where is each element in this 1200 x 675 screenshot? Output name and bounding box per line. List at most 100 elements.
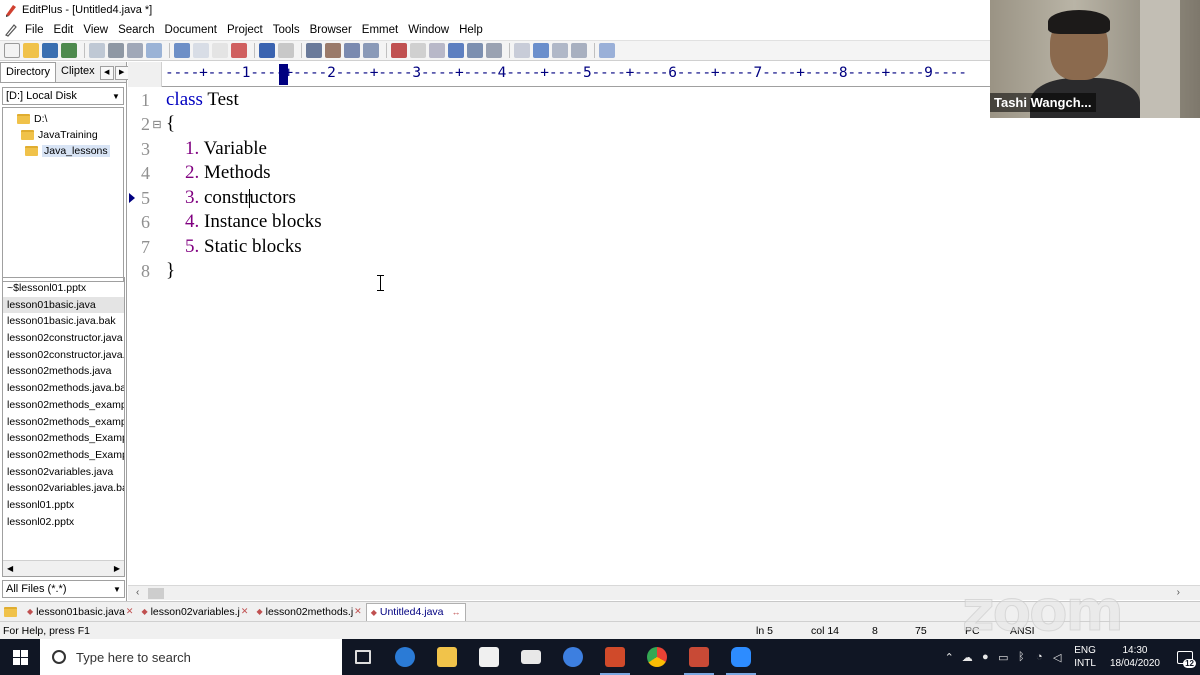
taskbar-powerpoint[interactable] (594, 639, 636, 675)
chevron-up-icon[interactable]: ⌃ (940, 651, 958, 664)
doc-tab-lesson01basic[interactable]: ◆ lesson01basic.java ✕ (23, 603, 137, 621)
toggle-output-icon[interactable] (533, 43, 549, 58)
cloud-icon[interactable]: ☁ (958, 651, 976, 664)
open-folder-icon[interactable] (23, 43, 39, 58)
file-list-item[interactable]: lesson02variables.java (3, 464, 124, 481)
wifi-icon[interactable]: ◔ (1030, 651, 1048, 663)
tab-cliptext[interactable]: Cliptex (56, 62, 100, 82)
file-list-item[interactable]: lesson02constructor.java (3, 330, 124, 347)
close-icon[interactable]: ✕ (354, 606, 362, 617)
column-select-icon[interactable] (467, 43, 483, 58)
input-language[interactable]: ENG INTL (1074, 644, 1096, 670)
copy-icon[interactable] (193, 43, 209, 58)
scrollbar-thumb[interactable] (148, 588, 164, 599)
save-icon[interactable] (42, 43, 58, 58)
chevron-left-icon[interactable]: ‹ (136, 587, 139, 598)
tree-item-drive[interactable]: D:\ (3, 111, 123, 127)
chevron-right-icon[interactable]: › (1177, 587, 1180, 598)
file-list-item[interactable]: lesson02variables.java.ba (3, 480, 124, 497)
file-list-item[interactable]: lesson02methods.java.ba (3, 380, 124, 397)
settings-gear-icon[interactable] (486, 43, 502, 58)
cut-icon[interactable] (174, 43, 190, 58)
file-list-item[interactable]: lesson02methods_Examp (3, 447, 124, 464)
chevron-left-icon[interactable]: ◀ (99, 66, 114, 80)
menu-edit[interactable]: Edit (49, 24, 79, 36)
taskbar-clock[interactable]: 14:30 18/04/2020 (1110, 644, 1160, 670)
menu-document[interactable]: Document (160, 24, 222, 36)
menu-view[interactable]: View (78, 24, 113, 36)
battery-icon[interactable]: ▭ (994, 651, 1012, 664)
file-list-item[interactable]: lesson02methods_examp (3, 397, 124, 414)
file-list-item[interactable]: lessonl01.pptx (3, 497, 124, 514)
chevron-right-icon[interactable]: ▶ (114, 564, 120, 573)
browser-preview-icon[interactable] (146, 43, 162, 58)
taskbar-mail[interactable] (510, 639, 552, 675)
print-icon[interactable] (108, 43, 124, 58)
file-list-scrollbar[interactable]: ◀ ▶ (3, 560, 124, 576)
microphone-icon[interactable]: ● (976, 651, 994, 663)
delete-icon[interactable] (231, 43, 247, 58)
file-list-item[interactable]: lesson02methods_Examp (3, 430, 124, 447)
drive-select[interactable]: [D:] Local Disk ▼ (2, 87, 124, 105)
chevron-left-icon[interactable]: ◀ (7, 564, 13, 573)
code-editor[interactable]: 1 class Test 2 ⊟ { 3 1. Variable 4 2. Me… (128, 87, 1200, 585)
volume-icon[interactable]: ◁ (1048, 651, 1066, 664)
menu-browser[interactable]: Browser (305, 24, 357, 36)
taskbar-chrome[interactable] (636, 639, 678, 675)
redo-icon[interactable] (278, 43, 294, 58)
taskbar-search[interactable]: Type here to search (40, 639, 342, 675)
goto-line-icon[interactable] (363, 43, 379, 58)
taskbar-file-explorer[interactable] (426, 639, 468, 675)
tab-directory[interactable]: Directory (0, 62, 57, 82)
bluetooth-icon[interactable]: ᛒ (1012, 651, 1030, 663)
tree-item-javatraining[interactable]: JavaTraining (3, 127, 123, 143)
taskbar-editplus[interactable] (678, 639, 720, 675)
new-file-icon[interactable] (4, 43, 20, 58)
taskbar-zoom[interactable] (720, 639, 762, 675)
word-wrap-icon[interactable] (429, 43, 445, 58)
doc-tab-untitled4[interactable]: ◆ Untitled4.java ↔ (365, 602, 466, 621)
toggle-panel-icon[interactable] (514, 43, 530, 58)
fold-collapse-icon[interactable]: ⊟ (150, 118, 164, 131)
taskbar-browser[interactable] (552, 639, 594, 675)
tree-item-java-lessons[interactable]: Java_lessons (3, 143, 123, 159)
print-preview-icon[interactable] (89, 43, 105, 58)
hex-view-icon[interactable] (410, 43, 426, 58)
chevron-right-icon[interactable]: ▶ (114, 66, 129, 80)
file-list-item[interactable]: lesson01basic.java (3, 296, 124, 314)
file-list-item[interactable]: lesson02methods.java (3, 363, 124, 380)
menu-file[interactable]: File (20, 24, 49, 36)
doc-tab-lesson02variables[interactable]: ◆ lesson02variables.j ✕ (137, 603, 252, 621)
fullscreen-icon[interactable] (571, 43, 587, 58)
font-icon[interactable] (391, 43, 407, 58)
file-filter-select[interactable]: All Files (*.*) ▼ (2, 580, 125, 598)
file-list-item[interactable]: ~$lessonl01.pptx (3, 280, 124, 297)
taskbar-edge[interactable] (384, 639, 426, 675)
start-button[interactable] (0, 639, 40, 675)
file-list-item[interactable]: lesson02methods_examp (3, 414, 124, 431)
help-icon[interactable] (599, 43, 615, 58)
find-icon[interactable] (306, 43, 322, 58)
find-in-files-icon[interactable] (344, 43, 360, 58)
close-icon[interactable]: ✕ (241, 606, 249, 617)
menu-emmet[interactable]: Emmet (357, 24, 403, 36)
task-view-button[interactable] (342, 639, 384, 675)
line-number-icon[interactable] (448, 43, 464, 58)
menu-project[interactable]: Project (222, 24, 268, 36)
spellcheck-icon[interactable] (127, 43, 143, 58)
zoom-participant-video[interactable]: Tashi Wangch... (990, 0, 1200, 118)
menu-tools[interactable]: Tools (268, 24, 305, 36)
save-all-icon[interactable] (61, 43, 77, 58)
cliptext-icon[interactable] (552, 43, 568, 58)
file-list-item[interactable]: lesson02constructor.java. (3, 347, 124, 364)
menu-search[interactable]: Search (113, 24, 159, 36)
undo-icon[interactable] (259, 43, 275, 58)
taskbar-store[interactable] (468, 639, 510, 675)
menu-help[interactable]: Help (454, 24, 488, 36)
file-list-item[interactable]: lesson01basic.java.bak (3, 313, 124, 330)
paste-icon[interactable] (212, 43, 228, 58)
menu-window[interactable]: Window (403, 24, 454, 36)
file-list-item[interactable]: lessonl02.pptx (3, 514, 124, 531)
notification-center-button[interactable]: 12 (1170, 639, 1200, 675)
doc-tab-lesson02methods[interactable]: ◆ lesson02methods.j ✕ (252, 603, 365, 621)
